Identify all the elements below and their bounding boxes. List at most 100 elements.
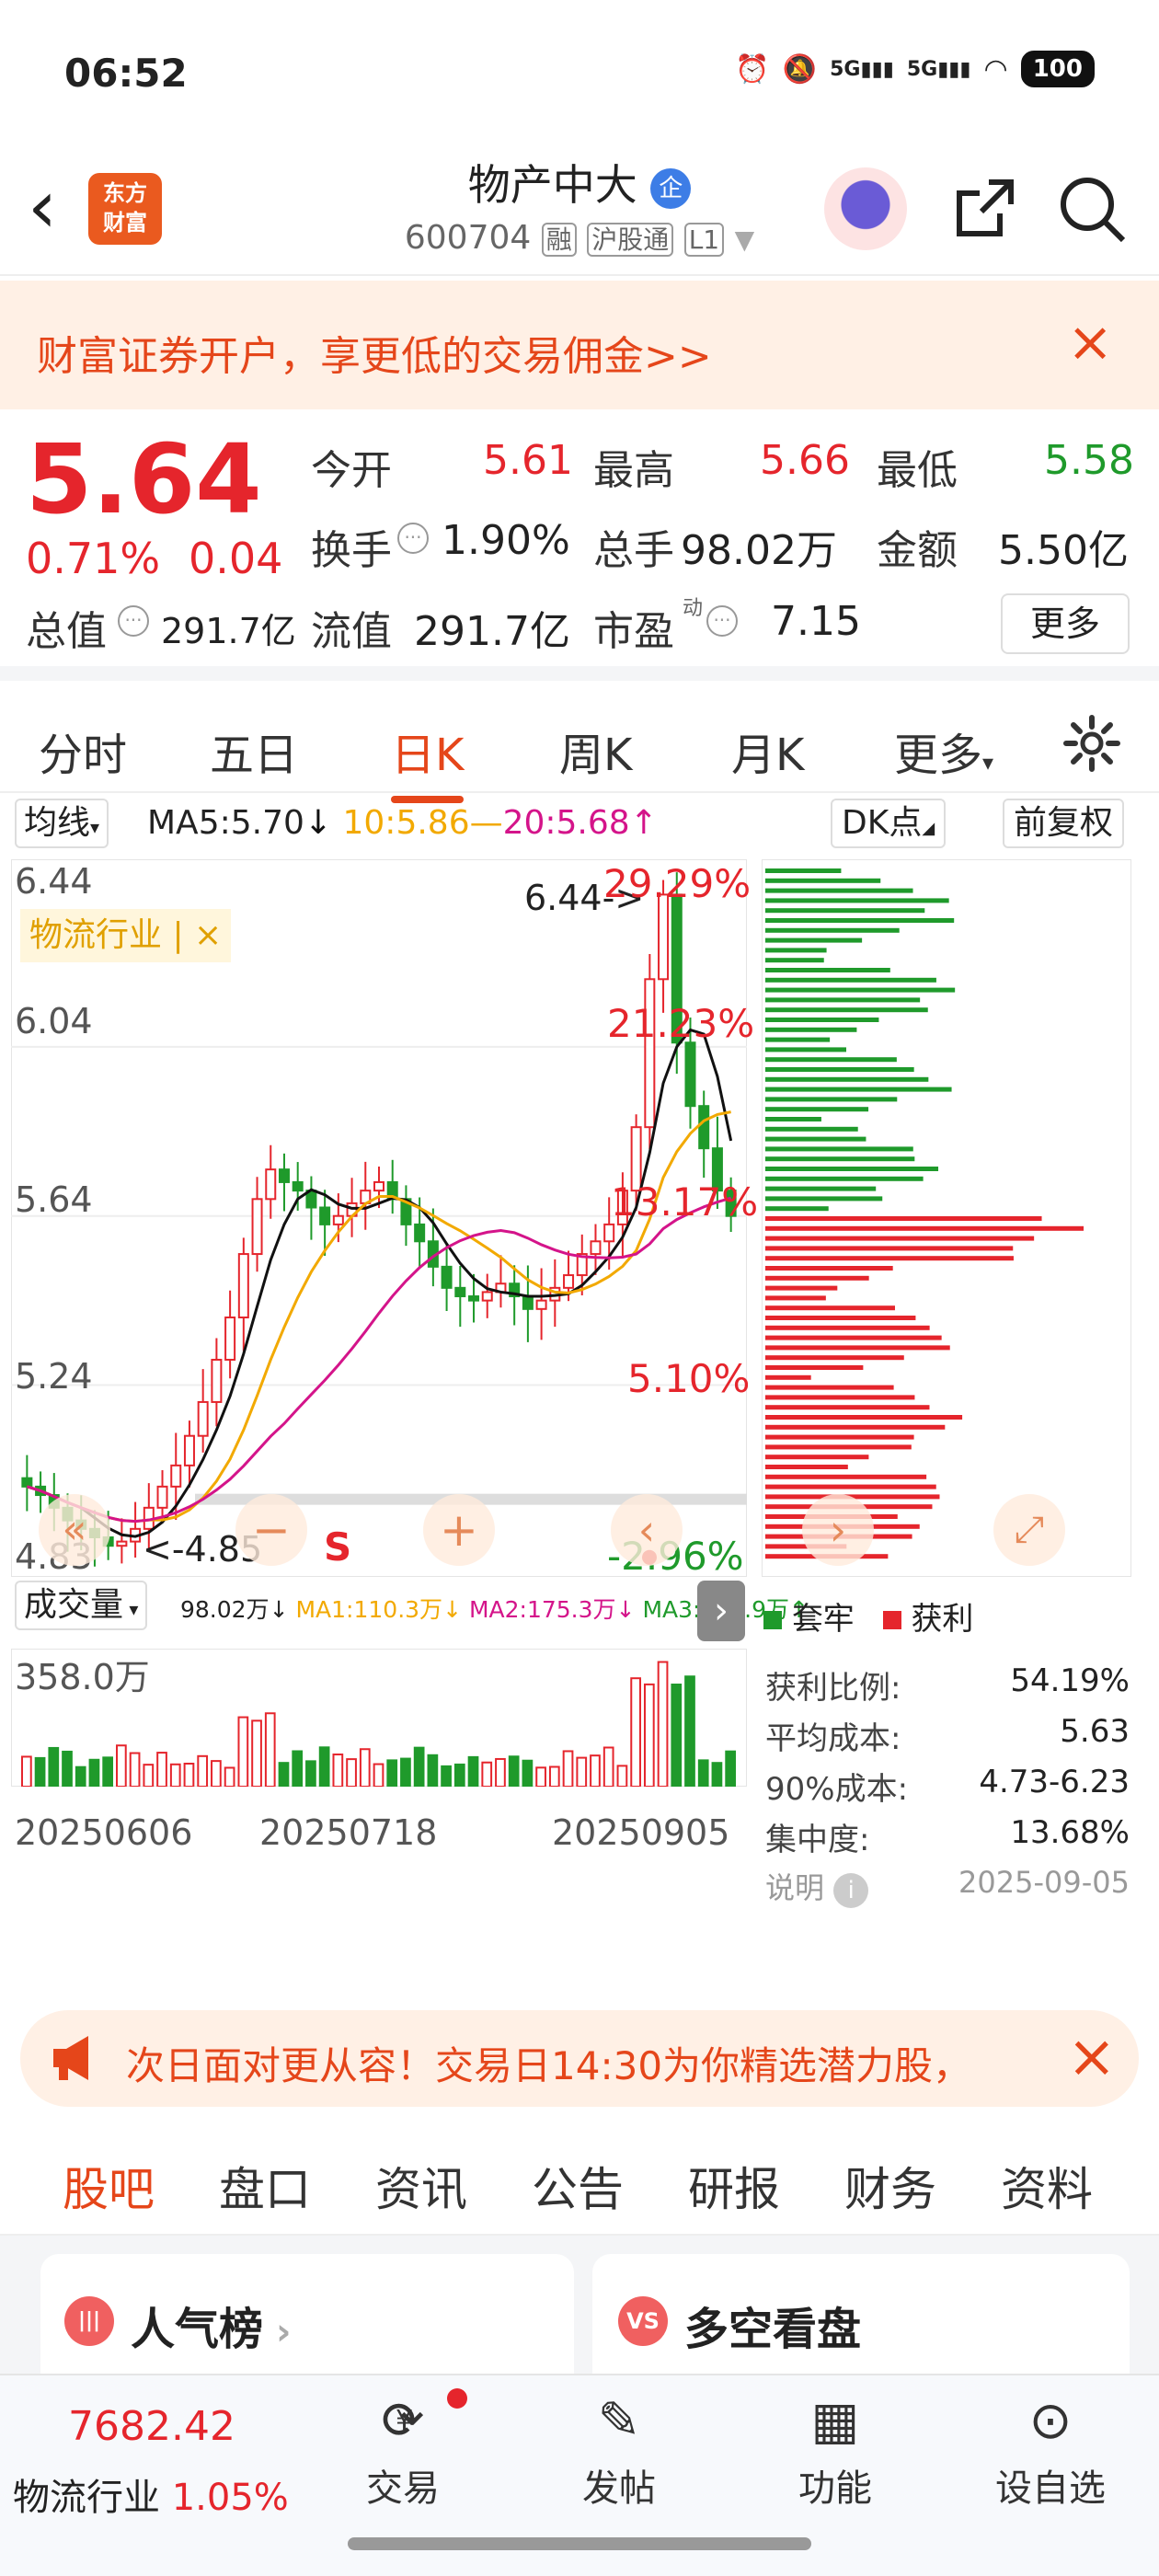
clock: 06:52: [64, 51, 188, 96]
tab-intraday[interactable]: 分时: [39, 719, 127, 783]
chip-bar: [765, 1424, 946, 1430]
nav-functions[interactable]: ▦ 功能: [771, 2385, 900, 2512]
chip-bar: [765, 1037, 831, 1042]
industry-tag[interactable]: 物流行业 | ×: [20, 909, 232, 962]
volume-bar: [102, 1756, 114, 1787]
volume-bar: [359, 1748, 371, 1787]
price-tick-top: 6.44: [15, 861, 93, 902]
chip-bar: [765, 878, 881, 883]
versus-icon: VS: [618, 2296, 668, 2346]
chip-bar: [765, 1097, 898, 1102]
chip-bar: [765, 1076, 929, 1082]
volume-indicator-selector[interactable]: 成交量 ▾: [15, 1581, 148, 1630]
volume-bar: [386, 1759, 398, 1787]
tab-profile[interactable]: 资料: [1001, 2153, 1093, 2219]
dk-point-button[interactable]: DK点◢: [831, 799, 947, 848]
nav-trade[interactable]: ⟳ ¥ 交易: [339, 2385, 467, 2512]
change-amount: 0.04: [189, 534, 283, 583]
industry-index-value: 7682.42: [68, 2403, 235, 2450]
chip-bar: [765, 1285, 838, 1291]
chevron-left-icon[interactable]: ‹: [611, 1494, 683, 1566]
mute-icon: 🔕: [782, 52, 818, 86]
ma-selector[interactable]: 均线▾: [15, 799, 109, 848]
search-icon[interactable]: [1058, 175, 1128, 245]
close-icon[interactable]: ×: [1067, 310, 1113, 374]
tab-weekly-k[interactable]: 周K: [559, 719, 632, 783]
tab-daily-k[interactable]: 日K: [391, 719, 465, 803]
candle-body: [603, 1223, 615, 1243]
tab-more[interactable]: 更多▾: [894, 719, 993, 783]
tab-research[interactable]: 研报: [688, 2153, 780, 2219]
chip-bar: [765, 1345, 950, 1351]
chip-bar: [765, 1455, 869, 1460]
volume-bar: [576, 1756, 588, 1787]
robot-assistant-icon[interactable]: [824, 167, 907, 250]
zoom-out-icon[interactable]: −: [235, 1494, 307, 1566]
volume-bar: [332, 1754, 344, 1787]
pe-dynamic-sup: 动: [683, 597, 704, 620]
chevron-right-icon[interactable]: ›: [802, 1494, 874, 1566]
chip-stat-label-4: 集中度:: [765, 1822, 870, 1858]
megaphone-icon: [50, 2032, 105, 2084]
expand-icon[interactable]: ⤢: [993, 1494, 1065, 1566]
tab-news[interactable]: 资讯: [375, 2153, 467, 2219]
info-icon[interactable]: ···: [118, 605, 149, 637]
tab-finance[interactable]: 财务: [844, 2153, 936, 2219]
chip-bar: [765, 1316, 916, 1320]
tab-orderbook[interactable]: 盘口: [219, 2153, 311, 2219]
close-icon[interactable]: ×: [194, 916, 222, 954]
tag-level: L1: [683, 223, 725, 257]
chip-bar: [765, 1305, 895, 1311]
chip-bar: [765, 1047, 847, 1052]
chip-bar: [765, 1266, 893, 1271]
nav-post[interactable]: ✎ 发帖: [555, 2385, 683, 2512]
close-icon[interactable]: ×: [1058, 2023, 1117, 2091]
chip-bar: [765, 997, 921, 1003]
chip-bar: [765, 1216, 1042, 1221]
candle-body: [698, 1105, 710, 1150]
enterprise-badge: 企: [650, 167, 692, 209]
chip-bar: [765, 868, 842, 873]
tag-connect: 沪股通: [587, 223, 674, 257]
candle-body: [251, 1198, 263, 1256]
volume-bar: [373, 1763, 384, 1787]
industry-index[interactable]: 物流行业 1.05%: [13, 2467, 289, 2521]
candle-body: [319, 1206, 331, 1225]
zoom-in-icon[interactable]: +: [423, 1494, 495, 1566]
quote-panel: 5.64 0.71% 0.04 今开 5.61 最高 5.66 最低 5.58 …: [0, 414, 1159, 681]
volume-bar: [224, 1766, 235, 1787]
info-icon[interactable]: ···: [397, 523, 429, 554]
tab-monthly-k[interactable]: 月K: [731, 719, 804, 783]
grid-icon: ▦: [810, 2391, 860, 2451]
tab-five-day[interactable]: 五日: [210, 719, 298, 783]
candle-body: [468, 1295, 480, 1302]
more-button[interactable]: 更多: [1001, 593, 1130, 654]
chip-bar: [765, 948, 827, 953]
tab-forum[interactable]: 股吧: [63, 2153, 155, 2243]
chevron-down-icon[interactable]: ▼: [735, 224, 755, 255]
tab-announcements[interactable]: 公告: [532, 2153, 624, 2219]
system-icons: ⏰ 🔕 5G▮▮▮ 5G▮▮▮ ◠ 100: [735, 51, 1095, 87]
home-indicator[interactable]: [348, 2537, 811, 2550]
collapse-panel-icon[interactable]: ›: [697, 1581, 745, 1641]
adjust-button[interactable]: 前复权: [1003, 799, 1125, 848]
chip-bar: [765, 927, 900, 933]
info-icon[interactable]: ···: [706, 605, 738, 637]
volume-bar: [643, 1683, 655, 1787]
settings-gear-icon[interactable]: [1062, 714, 1121, 773]
volume-bar: [495, 1757, 506, 1787]
ad-strip[interactable]: 次日面对更从容！交易日14:30为你精选潜力股， ×: [20, 2010, 1139, 2107]
candle-body: [563, 1274, 575, 1289]
price-tick-4: 5.24: [15, 1356, 93, 1397]
volume-bar: [264, 1712, 276, 1787]
volume-bar: [453, 1763, 465, 1787]
candle-body: [658, 893, 670, 981]
share-icon[interactable]: [952, 177, 1016, 241]
chip-help[interactable]: 说明 i: [765, 1865, 869, 1908]
scroll-left-icon[interactable]: «: [39, 1494, 110, 1566]
promo-banner[interactable]: 财富证券开户，享更低的交易佣金>> ×: [0, 281, 1159, 409]
chip-bar: [765, 1236, 1035, 1241]
chip-bar: [765, 1176, 924, 1181]
candle-body: [535, 1299, 547, 1310]
nav-watchlist[interactable]: ⊙ 设自选: [986, 2385, 1115, 2512]
